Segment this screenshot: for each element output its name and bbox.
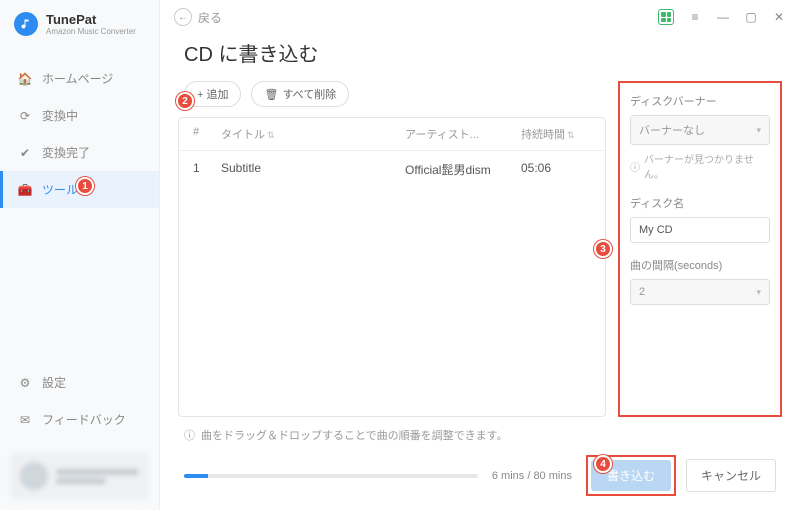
- page-title: CD に書き込む: [160, 30, 800, 81]
- row-num: 1: [193, 161, 215, 178]
- chevron-down-icon: ▾: [756, 287, 761, 298]
- burner-label: ディスクバーナー: [630, 93, 770, 109]
- tracks-column: + 追加 🗑 すべて削除 # タイトル⇅ アーティスト... 持続時間⇅ 1: [178, 81, 606, 417]
- sidebar-item-label: フィードバック: [42, 411, 126, 428]
- time-usage: 6 mins / 80 mins: [492, 470, 572, 482]
- close-icon[interactable]: ✕: [772, 10, 786, 24]
- sidebar-item-home[interactable]: 🏠 ホームページ: [0, 60, 159, 97]
- home-icon: 🏠: [18, 72, 32, 86]
- cancel-button[interactable]: キャンセル: [686, 459, 776, 492]
- settings-icon: ⚙: [18, 376, 32, 390]
- burner-value: バーナーなし: [639, 122, 705, 138]
- sidebar-item-feedback[interactable]: ✉ フィードバック: [0, 401, 159, 438]
- col-artist[interactable]: アーティスト...: [405, 126, 515, 142]
- info-icon: ⓘ: [184, 427, 195, 443]
- back-button[interactable]: ← 戻る: [174, 8, 222, 26]
- nav: 🏠 ホームページ ⟳ 変換中 ✔ 変換完了 🧰 ツール: [0, 60, 159, 364]
- bottom-bar: 6 mins / 80 mins 書き込む キャンセル: [160, 447, 800, 510]
- sort-icon: ⇅: [567, 130, 575, 140]
- maximize-icon[interactable]: ▢: [744, 10, 758, 24]
- back-label: 戻る: [198, 9, 222, 26]
- minimize-icon[interactable]: —: [716, 10, 730, 24]
- tools-icon: 🧰: [18, 183, 32, 197]
- gap-label: 曲の間隔(seconds): [630, 257, 770, 273]
- window-controls: ≡ — ▢ ✕: [658, 9, 786, 25]
- table-row[interactable]: 1 Subtitle Official髭男dism 05:06: [179, 151, 605, 188]
- col-num: #: [193, 126, 215, 142]
- app-logo: TunePat Amazon Music Converter: [0, 0, 159, 48]
- hint: ⓘ 曲をドラッグ＆ドロップすることで曲の順番を調整できます。: [160, 417, 800, 447]
- capacity-progress: [184, 474, 478, 478]
- topbar: ← 戻る ≡ — ▢ ✕: [160, 0, 800, 30]
- sidebar-item-label: 変換完了: [42, 144, 90, 161]
- apps-icon[interactable]: [658, 9, 674, 25]
- annotation-marker-2: 2: [176, 92, 194, 110]
- sidebar-item-label: ホームページ: [42, 70, 113, 87]
- gap-value: 2: [639, 286, 645, 298]
- sidebar-item-label: 設定: [42, 374, 66, 391]
- user-info: [56, 466, 139, 487]
- burner-select[interactable]: バーナーなし ▾: [630, 115, 770, 145]
- sidebar-item-label: ツール: [42, 181, 78, 198]
- logo-icon: [14, 12, 38, 36]
- main: ← 戻る ≡ — ▢ ✕ CD に書き込む + 追加 🗑 すべて削除: [160, 0, 800, 510]
- tracks-table: # タイトル⇅ アーティスト... 持続時間⇅ 1 Subtitle Offic…: [178, 117, 606, 417]
- table-header: # タイトル⇅ アーティスト... 持続時間⇅: [179, 118, 605, 151]
- row-title: Subtitle: [221, 161, 399, 178]
- sidebar: TunePat Amazon Music Converter 🏠 ホームページ …: [0, 0, 160, 510]
- trash-icon: 🗑: [264, 88, 278, 101]
- sidebar-item-converting[interactable]: ⟳ 変換中: [0, 97, 159, 134]
- annotation-marker-3: 3: [594, 240, 612, 258]
- clear-all-button[interactable]: 🗑 すべて削除: [251, 81, 349, 107]
- progress-fill: [184, 474, 208, 478]
- row-artist: Official髭男dism: [405, 161, 515, 178]
- gap-select[interactable]: 2 ▾: [630, 279, 770, 305]
- user-card[interactable]: [10, 452, 149, 500]
- disc-name-value: My CD: [639, 224, 673, 236]
- col-duration[interactable]: 持続時間⇅: [521, 126, 591, 142]
- chevron-down-icon: ▾: [756, 125, 761, 136]
- sidebar-item-settings[interactable]: ⚙ 設定: [0, 364, 159, 401]
- disc-name-input[interactable]: My CD: [630, 217, 770, 243]
- converting-icon: ⟳: [18, 109, 32, 123]
- annotation-marker-1: 1: [76, 177, 94, 195]
- burner-warning: ⓘ バーナーが見つかりません。: [630, 151, 770, 181]
- hint-text: 曲をドラッグ＆ドロップすることで曲の順番を調整できます。: [201, 427, 508, 443]
- burn-settings-panel: ディスクバーナー バーナーなし ▾ ⓘ バーナーが見つかりません。 ディスク名 …: [618, 81, 782, 417]
- info-icon: ⓘ: [630, 159, 640, 174]
- app-subtitle: Amazon Music Converter: [46, 27, 136, 36]
- feedback-icon: ✉: [18, 413, 32, 427]
- row-duration: 05:06: [521, 161, 591, 178]
- sidebar-item-done[interactable]: ✔ 変換完了: [0, 134, 159, 171]
- disc-name-label: ディスク名: [630, 195, 770, 211]
- menu-icon[interactable]: ≡: [688, 10, 702, 24]
- done-icon: ✔: [18, 146, 32, 160]
- avatar: [20, 462, 48, 490]
- app-name: TunePat: [46, 12, 136, 27]
- clear-all-label: すべて削除: [282, 86, 336, 102]
- col-title[interactable]: タイトル⇅: [221, 126, 399, 142]
- sidebar-item-label: 変換中: [42, 107, 78, 124]
- sort-icon: ⇅: [267, 130, 275, 140]
- back-icon: ←: [174, 8, 192, 26]
- annotation-marker-4: 4: [594, 455, 612, 473]
